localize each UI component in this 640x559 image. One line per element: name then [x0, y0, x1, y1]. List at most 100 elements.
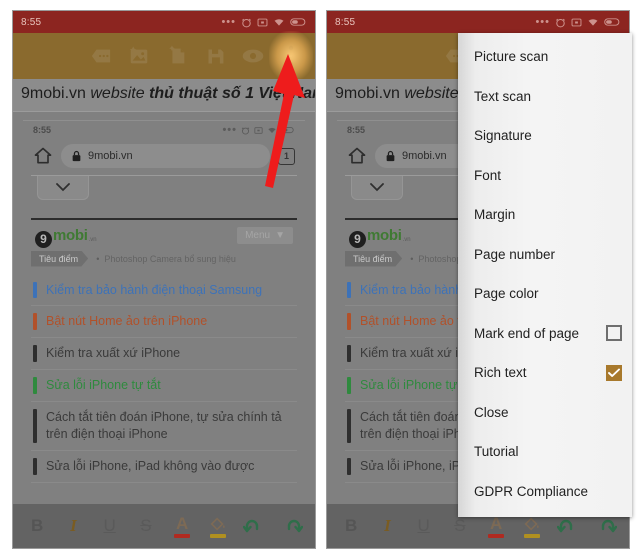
- fill-bucket-icon: [210, 516, 226, 531]
- italic-button[interactable]: I: [60, 511, 86, 541]
- ticker-tag: Tiêu điểm: [345, 250, 403, 267]
- article-accent-bar: [347, 313, 351, 331]
- article-link[interactable]: Kiểm tra xuất xứ iPhone: [31, 338, 297, 371]
- save-icon[interactable]: [203, 44, 227, 68]
- site-menu-label: Menu: [245, 230, 271, 242]
- ticker-bullet-icon: •: [410, 253, 414, 264]
- expand-chevron-button[interactable]: [37, 176, 89, 200]
- highlight-color-button[interactable]: [205, 511, 231, 541]
- article-link[interactable]: Sửa lỗi iPhone, iPad không vào được: [31, 451, 297, 483]
- redo-arrow-icon: [601, 519, 617, 533]
- menu-item-picture-scan[interactable]: Picture scan: [458, 37, 632, 77]
- wifi-icon: [268, 127, 276, 133]
- menu-item-page-color[interactable]: Page color: [458, 274, 632, 314]
- text-scan-icon[interactable]: [165, 44, 189, 68]
- undo-button[interactable]: [242, 511, 268, 541]
- menu-item-tutorial[interactable]: Tutorial: [458, 432, 632, 472]
- ticker-tag: Tiêu điểm: [31, 250, 89, 267]
- menu-item-text-scan[interactable]: Text scan: [458, 77, 632, 117]
- article-accent-bar: [347, 409, 351, 443]
- logo-subtext: .vn: [88, 236, 97, 243]
- doc-title-part3: thủ thuật số 1 Việt Nam: [149, 85, 315, 102]
- article-title: Kiểm tra xuất xứ iPhone: [46, 346, 181, 361]
- logo-subtext: .vn: [402, 236, 411, 243]
- article-link[interactable]: Cách tắt tiên đoán iPhone, tự sửa chính …: [31, 402, 297, 451]
- menu-item-label: GDPR Compliance: [474, 483, 589, 499]
- comment-tag-icon[interactable]: [89, 44, 113, 68]
- menu-item-signature[interactable]: Signature: [458, 116, 632, 156]
- article-title: Sửa lỗi iPhone tự tắt: [46, 378, 161, 393]
- checkbox-unchecked-icon[interactable]: [606, 325, 622, 342]
- preview-eye-icon[interactable]: [241, 44, 265, 68]
- underline-button-glyph: U: [417, 516, 430, 535]
- checkbox-checked-icon[interactable]: [606, 364, 622, 381]
- site-logo[interactable]: 9 mobi .vn: [35, 227, 97, 248]
- menu-item-label: Page color: [474, 286, 539, 302]
- wifi-icon: [588, 18, 598, 26]
- doc-title-part1: 9mobi.vn: [335, 85, 400, 102]
- tab-count-button[interactable]: 1: [278, 147, 295, 165]
- fill-bucket-icon: [524, 516, 540, 531]
- text-color-swatch: [174, 533, 191, 538]
- more-dots-icon: •••: [535, 16, 550, 28]
- article-link[interactable]: Bật nút Home ảo trên iPhone: [31, 306, 297, 339]
- embedded-status-bar: 8:55 •••: [23, 121, 305, 139]
- overflow-dropdown-menu: Picture scan Text scan Signature Font Margin…: [458, 33, 632, 517]
- undo-arrow-icon: [556, 519, 572, 533]
- article-link[interactable]: Kiểm tra bảo hành điện thoại Samsung: [31, 275, 297, 307]
- article-title: Cách tắt tiên đoán iPhone, tự sửa chính …: [46, 410, 282, 441]
- menu-item-label: Mark end of page: [474, 325, 580, 341]
- article-accent-bar: [33, 377, 37, 394]
- article-title: Sửa lỗi iPhone, iPad không vào được: [46, 458, 255, 473]
- menu-item-rich-text[interactable]: Rich text: [458, 353, 632, 393]
- embedded-clock: 8:55: [33, 125, 52, 135]
- menu-item-page-number[interactable]: Page number: [458, 235, 632, 275]
- expand-chevron-button[interactable]: [351, 176, 403, 200]
- menu-item-font[interactable]: Font: [458, 156, 632, 196]
- logo-mark: 9: [349, 230, 366, 248]
- site-menu-button[interactable]: Menu ▼: [237, 227, 293, 245]
- url-bar[interactable]: 9mobi.vn: [61, 144, 270, 168]
- article-link[interactable]: Sửa lỗi iPhone tự tắt: [31, 370, 297, 402]
- embedded-browser-screenshot: 8:55 ••• 9mobi.vn 1 9 mobi .vn Menu ▼ Ti…: [23, 120, 305, 483]
- menu-item-label: Close: [474, 404, 509, 420]
- bold-button[interactable]: B: [24, 511, 50, 541]
- app-toolbar: [13, 31, 315, 81]
- article-list: Kiểm tra bảo hành điện thoại Samsung Bật …: [31, 275, 297, 483]
- home-icon[interactable]: [347, 146, 367, 166]
- article-title: Kiểm tra bảo hành điện thoại Samsung: [46, 282, 263, 297]
- menu-item-label: Font: [474, 167, 502, 183]
- underline-button-glyph: U: [103, 516, 116, 535]
- bold-button[interactable]: B: [338, 511, 364, 541]
- chevron-down-icon: [370, 183, 384, 192]
- battery-icon: [604, 18, 620, 26]
- italic-button[interactable]: I: [374, 511, 400, 541]
- alarm-icon: [556, 18, 565, 27]
- text-color-swatch: [488, 533, 505, 538]
- picture-scan-icon[interactable]: [127, 44, 151, 68]
- text-color-button[interactable]: A: [169, 511, 195, 541]
- overflow-menu-icon[interactable]: [279, 44, 303, 68]
- strikethrough-button[interactable]: S: [133, 511, 159, 541]
- ticker-text: Photoshop Camera bổ sung hiệu: [104, 253, 236, 264]
- underline-button[interactable]: U: [97, 511, 123, 541]
- menu-item-gdpr-compliance[interactable]: GDPR Compliance: [458, 472, 632, 512]
- left-phone-panel: 8:55 ••• 9mobi.vn website thủ thuật số 1…: [12, 10, 316, 549]
- underline-button[interactable]: U: [411, 511, 437, 541]
- alarm-icon: [241, 126, 250, 135]
- menu-item-close[interactable]: Close: [458, 393, 632, 433]
- highlight-color-swatch: [524, 533, 541, 538]
- browser-omnibox: 9mobi.vn 1: [23, 139, 305, 175]
- article-accent-bar: [33, 457, 37, 475]
- strikethrough-button-glyph: S: [454, 516, 466, 535]
- site-logo[interactable]: 9 mobi .vn: [349, 227, 411, 248]
- menu-item-mark-end-of-page[interactable]: Mark end of page: [458, 314, 632, 354]
- site-content: 9 mobi .vn Menu ▼ Tiêu điểm • Photoshop …: [31, 218, 297, 483]
- article-accent-bar: [347, 281, 351, 299]
- status-icon-group: •••: [535, 17, 621, 28]
- menu-item-label: Margin: [474, 207, 516, 223]
- menu-item-label: Text scan: [474, 88, 532, 104]
- home-icon[interactable]: [33, 146, 53, 166]
- redo-button[interactable]: [278, 511, 304, 541]
- menu-item-margin[interactable]: Margin: [458, 195, 632, 235]
